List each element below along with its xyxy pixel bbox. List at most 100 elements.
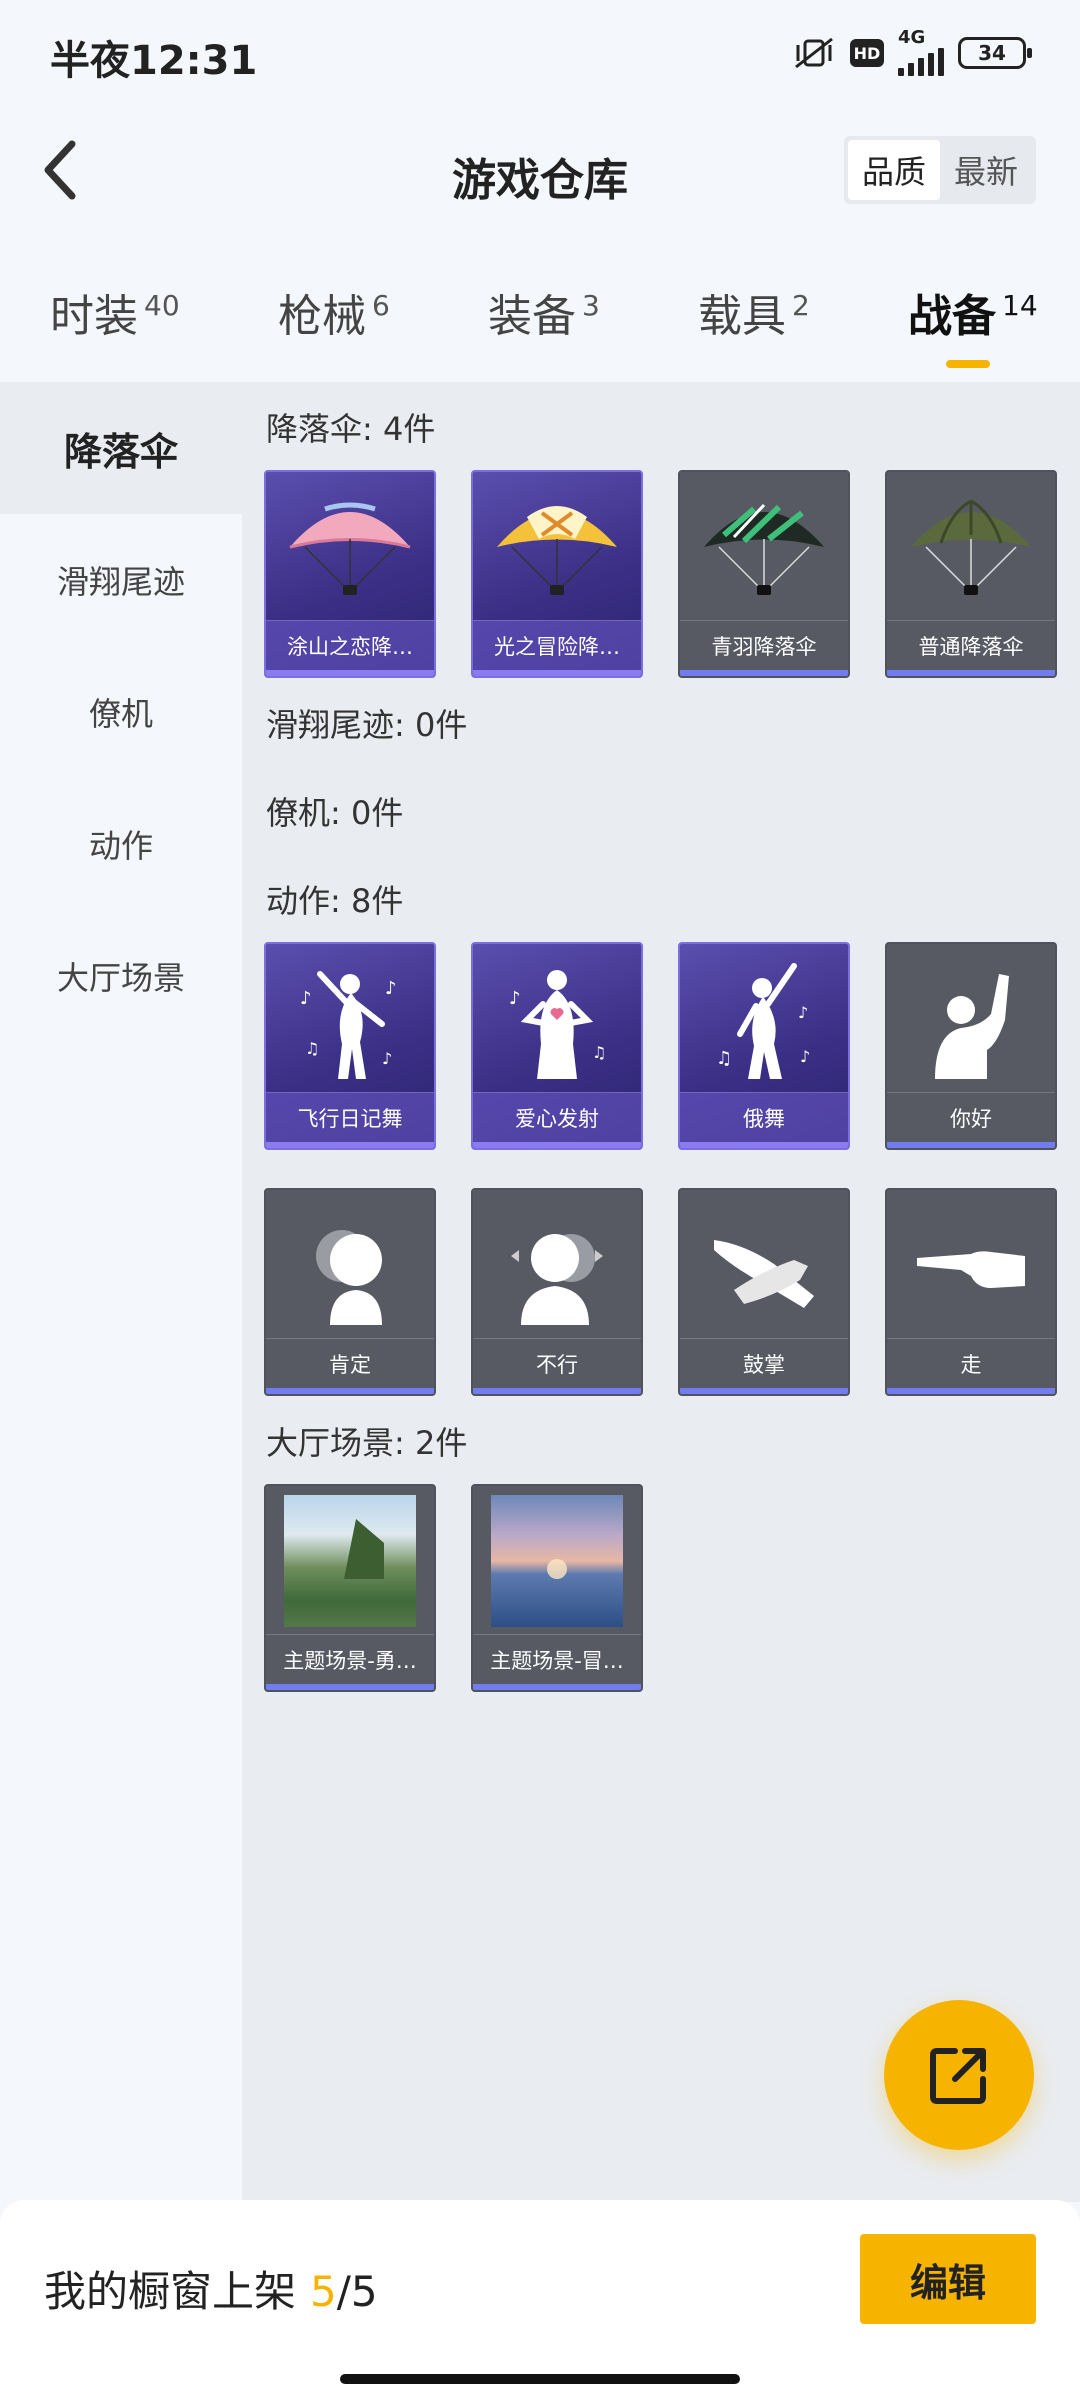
sidebar-item-lobby-scene[interactable]: 大厅场景 bbox=[0, 910, 242, 1042]
svg-text:♫: ♫ bbox=[592, 1043, 606, 1062]
item-name: 光之冒险降… bbox=[473, 620, 641, 670]
quality-bar bbox=[887, 1142, 1055, 1148]
parachute-image bbox=[887, 472, 1055, 622]
sort-quality-button[interactable]: 品质 bbox=[848, 140, 940, 200]
tab-battle-prep[interactable]: 战备 14 bbox=[908, 280, 1038, 368]
wave-image bbox=[887, 944, 1055, 1094]
item-name: 青羽降落伞 bbox=[680, 620, 848, 670]
chevron-left-icon bbox=[44, 140, 76, 200]
quality-bar bbox=[680, 1388, 848, 1394]
status-time: 半夜12:31 bbox=[50, 38, 258, 84]
battery-icon: 34 bbox=[958, 37, 1032, 69]
dancer-image: ♪ ♪ ♫ ♪ bbox=[266, 944, 434, 1094]
item-card[interactable]: 不行 bbox=[471, 1188, 643, 1396]
quality-bar bbox=[473, 1142, 641, 1148]
item-list: 降落伞: 4件 涂山之恋降… 光之冒险降… 青羽降落伞 普通降落伞 滑翔尾迹: … bbox=[242, 382, 1080, 2202]
item-name: 走 bbox=[887, 1338, 1055, 1388]
nod-image bbox=[266, 1190, 434, 1340]
showcase-count: 5 bbox=[310, 2267, 337, 2316]
svg-text:♪: ♪ bbox=[300, 988, 312, 1009]
sidebar-item-wingman[interactable]: 僚机 bbox=[0, 646, 242, 778]
item-name: 主题场景-勇… bbox=[266, 1634, 434, 1684]
quality-bar bbox=[266, 670, 434, 676]
sidebar-item-emote[interactable]: 动作 bbox=[0, 778, 242, 910]
back-button[interactable] bbox=[30, 138, 90, 202]
parachute-image bbox=[680, 472, 848, 622]
scene-thumbnail bbox=[473, 1486, 641, 1636]
bottom-bar: 我的橱窗上架 5/5 编辑 bbox=[0, 2200, 1080, 2400]
item-card[interactable]: 青羽降落伞 bbox=[678, 470, 850, 678]
home-indicator[interactable] bbox=[340, 2374, 740, 2384]
item-name: 肯定 bbox=[266, 1338, 434, 1388]
tab-count: 2 bbox=[792, 289, 810, 323]
svg-text:♪: ♪ bbox=[385, 978, 397, 999]
section-title-wingman: 僚机: 0件 bbox=[266, 794, 404, 832]
item-card[interactable]: 主题场景-勇… bbox=[264, 1484, 436, 1692]
tab-count: 40 bbox=[144, 289, 180, 323]
item-name: 鼓掌 bbox=[680, 1338, 848, 1388]
item-card[interactable]: 鼓掌 bbox=[678, 1188, 850, 1396]
status-bar: 半夜12:31 HD 4G 34 bbox=[0, 0, 1080, 100]
tab-vehicles[interactable]: 载具 2 bbox=[698, 280, 810, 344]
section-title-parachute: 降落伞: 4件 bbox=[266, 410, 436, 448]
item-card[interactable]: 涂山之恋降… bbox=[264, 470, 436, 678]
item-card[interactable]: 你好 bbox=[885, 942, 1057, 1150]
section-title-emote: 动作: 8件 bbox=[266, 882, 404, 920]
quality-bar bbox=[680, 1142, 848, 1148]
vibrate-off-icon bbox=[792, 35, 836, 71]
showcase-status: 我的橱窗上架 5/5 bbox=[44, 2267, 378, 2316]
tab-fashion[interactable]: 时装 40 bbox=[50, 280, 180, 344]
quality-bar bbox=[680, 670, 848, 676]
quality-bar bbox=[266, 1684, 434, 1690]
quality-bar bbox=[266, 1142, 434, 1148]
quality-bar bbox=[473, 670, 641, 676]
sidebar: 降落伞 滑翔尾迹 僚机 动作 大厅场景 bbox=[0, 382, 242, 2202]
item-card[interactable]: ♪ ♪ ♫ ♪ 飞行日记舞 bbox=[264, 942, 436, 1150]
tab-count: 3 bbox=[582, 289, 600, 323]
item-name: 不行 bbox=[473, 1338, 641, 1388]
item-card[interactable]: ♫ ♪ ♪ 俄舞 bbox=[678, 942, 850, 1150]
status-icons: HD 4G 34 bbox=[792, 27, 1032, 76]
dancer-image: ♫ ♪ ♪ bbox=[680, 944, 848, 1094]
share-button[interactable] bbox=[884, 2000, 1034, 2150]
item-name: 你好 bbox=[887, 1092, 1055, 1142]
network-type: 4G bbox=[898, 27, 926, 48]
item-card[interactable]: 光之冒险降… bbox=[471, 470, 643, 678]
svg-text:♪: ♪ bbox=[382, 1049, 392, 1068]
svg-text:♫: ♫ bbox=[305, 1039, 319, 1058]
quality-bar bbox=[473, 1388, 641, 1394]
item-card[interactable]: 肯定 bbox=[264, 1188, 436, 1396]
section-title-lobby-scene: 大厅场景: 2件 bbox=[266, 1424, 468, 1462]
item-card[interactable]: 普通降落伞 bbox=[885, 470, 1057, 678]
svg-text:♪: ♪ bbox=[800, 1047, 810, 1066]
sidebar-item-parachute[interactable]: 降落伞 bbox=[0, 382, 242, 514]
showcase-total: /5 bbox=[336, 2267, 378, 2316]
sidebar-item-glide-trail[interactable]: 滑翔尾迹 bbox=[0, 514, 242, 646]
edit-button[interactable]: 编辑 bbox=[860, 2234, 1036, 2324]
tab-active-indicator bbox=[946, 360, 990, 368]
item-card[interactable]: 走 bbox=[885, 1188, 1057, 1396]
sort-newest-button[interactable]: 最新 bbox=[940, 140, 1032, 200]
share-icon bbox=[930, 2048, 986, 2104]
item-name: 俄舞 bbox=[680, 1092, 848, 1142]
tab-guns[interactable]: 枪械 6 bbox=[278, 280, 390, 344]
item-card[interactable]: ♪ ♫ 爱心发射 bbox=[471, 942, 643, 1150]
item-name: 主题场景-冒… bbox=[473, 1634, 641, 1684]
hd-icon: HD bbox=[850, 39, 884, 67]
tab-equipment[interactable]: 装备 3 bbox=[488, 280, 600, 344]
tab-count: 6 bbox=[372, 289, 390, 323]
quality-bar bbox=[887, 1388, 1055, 1394]
clap-image bbox=[680, 1190, 848, 1340]
heart-emote-image: ♪ ♫ bbox=[473, 944, 641, 1094]
item-name: 涂山之恋降… bbox=[266, 620, 434, 670]
shake-head-image bbox=[473, 1190, 641, 1340]
section-title-glide-trail: 滑翔尾迹: 0件 bbox=[266, 706, 468, 744]
sort-toggle: 品质 最新 bbox=[844, 136, 1036, 204]
signal-icon: 4G bbox=[898, 27, 944, 76]
quality-bar bbox=[887, 670, 1055, 676]
svg-text:♪: ♪ bbox=[509, 988, 521, 1009]
item-card[interactable]: 主题场景-冒… bbox=[471, 1484, 643, 1692]
svg-text:♫: ♫ bbox=[716, 1048, 732, 1069]
parachute-image bbox=[266, 472, 434, 622]
quality-bar bbox=[473, 1684, 641, 1690]
